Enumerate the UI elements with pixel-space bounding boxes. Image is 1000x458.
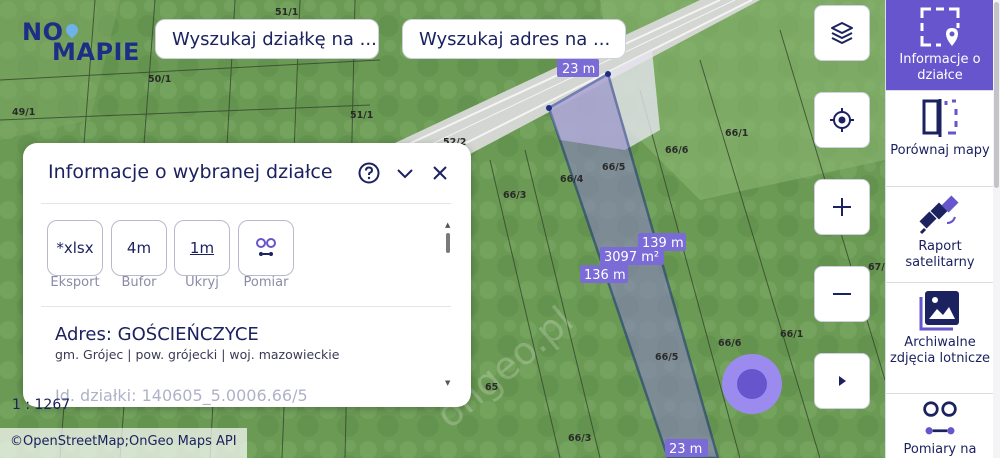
parcel-label: 66/3 — [503, 190, 526, 201]
search-address-input[interactable]: Wyszukaj adres na ... — [402, 19, 626, 59]
svg-text:23 m: 23 m — [562, 62, 595, 77]
scroll-thumb[interactable] — [446, 233, 450, 253]
export-icon-text: *xlsx — [56, 239, 94, 257]
svg-text:136 m: 136 m — [584, 268, 626, 283]
hide-dimensions-button[interactable]: 1m — [174, 220, 230, 276]
zoom-out-button[interactable] — [814, 266, 870, 322]
search-parcel-input[interactable]: Wyszukaj działkę na ... — [155, 19, 379, 59]
search-address-text: Wyszukaj adres na ... — [419, 28, 611, 50]
chat-bubble-icon — [737, 369, 767, 399]
sidebar-item-label: Informacje o działce — [899, 52, 981, 83]
layers-button[interactable] — [814, 5, 870, 61]
parcel-label: 51/1 — [350, 110, 373, 121]
page-scroll-thumb[interactable] — [994, 2, 999, 188]
parcel-label: 67/ — [868, 262, 885, 273]
plus-icon — [833, 198, 851, 216]
parcel-info-panel: Informacje o wybranej działce *xlsx Eksp… — [23, 143, 471, 407]
parcel-label: 66/5 — [602, 162, 625, 173]
map-scale: 1 : 1267 — [12, 397, 71, 413]
hide-icon-text: 1m — [189, 239, 215, 257]
parcel-label: 49/1 — [12, 107, 35, 118]
search-parcel-text: Wyszukaj działkę na ... — [172, 28, 377, 50]
logo-pin-icon — [63, 21, 81, 39]
parcel-id-line: Id. działki: 140605_5.0006.66/5 — [55, 386, 308, 405]
parcel-label: 66/6 — [665, 145, 689, 156]
zoom-in-button[interactable] — [814, 179, 870, 235]
parcel-label: 66/4 — [560, 174, 584, 185]
measure-icon — [923, 401, 957, 435]
sidebar-item-archival-photos[interactable]: Archiwalne zdjęcia lotnicze — [886, 283, 994, 394]
help-button[interactable] — [357, 161, 381, 185]
address-subtitle: gm. Grójec | pow. grójecki | woj. mazowi… — [55, 347, 340, 362]
export-xlsx-button[interactable]: *xlsx — [47, 220, 103, 276]
parcel-label: 66/1 — [780, 329, 803, 340]
sidebar-item-compare-maps[interactable]: Porównaj mapy — [886, 91, 994, 187]
panel-divider — [41, 306, 451, 307]
satellite-icon — [919, 195, 959, 235]
close-icon — [433, 166, 447, 180]
panel-divider — [41, 203, 451, 204]
locate-icon — [830, 108, 854, 132]
measure-label: Pomiar — [243, 275, 289, 290]
dimension-top: 23 m — [557, 59, 599, 77]
close-button[interactable] — [428, 161, 452, 185]
compare-maps-icon — [922, 99, 958, 137]
dimension-area: 3097 m² — [600, 247, 664, 265]
minus-icon — [833, 293, 851, 295]
sidebar-item-label: Porównaj mapy — [890, 143, 990, 158]
chevron-down-icon — [397, 169, 413, 179]
sidebar-item-label: Raport satelitarny — [905, 239, 975, 270]
parcel-label: 66/3 — [568, 433, 591, 444]
svg-text:3097 m²: 3097 m² — [604, 250, 659, 265]
parcel-label: 66/6 — [718, 338, 742, 349]
sidebar-item-measurements[interactable]: Pomiary na — [886, 394, 994, 458]
sidebar-item-parcel-info[interactable]: Informacje o działce — [886, 0, 994, 91]
parcel-info-icon — [920, 7, 960, 47]
scroll-up-icon[interactable]: ▲ — [445, 221, 450, 229]
parcel-label: 50/1 — [148, 74, 171, 85]
parcel-label: 66/1 — [725, 128, 748, 139]
logo[interactable]: NO MAPIE — [22, 18, 140, 66]
sidebar-item-label: Pomiary na — [903, 442, 977, 457]
expand-button[interactable] — [814, 353, 870, 409]
aerial-photo-icon — [919, 291, 959, 331]
play-icon — [839, 376, 846, 386]
layers-icon — [831, 22, 853, 44]
buffer-button[interactable]: 4m — [111, 220, 167, 276]
dimension-bottom: 23 m — [665, 439, 708, 457]
panel-title: Informacje o wybranej działce — [48, 161, 333, 183]
measure-pins-icon — [256, 238, 276, 256]
sidebar-item-label: Archiwalne zdjęcia lotnicze — [889, 335, 991, 366]
help-icon — [358, 162, 380, 184]
sidebar-item-satellite-report[interactable]: Raport satelitarny — [886, 187, 994, 283]
map-attribution[interactable]: ©OpenStreetMap;OnGeo Maps API — [0, 428, 247, 458]
address-title: Adres: GOŚCIEŃCZYCE — [55, 324, 259, 345]
page-scrollbar[interactable] — [993, 0, 1000, 458]
parcel-label: 66/5 — [655, 352, 678, 363]
locate-button[interactable] — [814, 92, 870, 148]
panel-scrollbar[interactable]: ▲ ▼ — [443, 221, 453, 389]
logo-line2: MAPIE — [52, 38, 140, 66]
measure-button[interactable] — [238, 220, 294, 276]
sidebar: Informacje o działce Porównaj mapy Rapor… — [885, 0, 994, 458]
scroll-down-icon[interactable]: ▼ — [445, 379, 450, 387]
collapse-button[interactable] — [393, 161, 417, 185]
parcel-label: 51/1 — [275, 7, 298, 18]
chat-button[interactable] — [722, 354, 782, 414]
dimension-left: 136 m — [580, 265, 628, 283]
svg-text:23 m: 23 m — [669, 442, 702, 457]
parcel-label: 65 — [485, 382, 498, 393]
buffer-icon-text: 4m — [126, 239, 152, 257]
